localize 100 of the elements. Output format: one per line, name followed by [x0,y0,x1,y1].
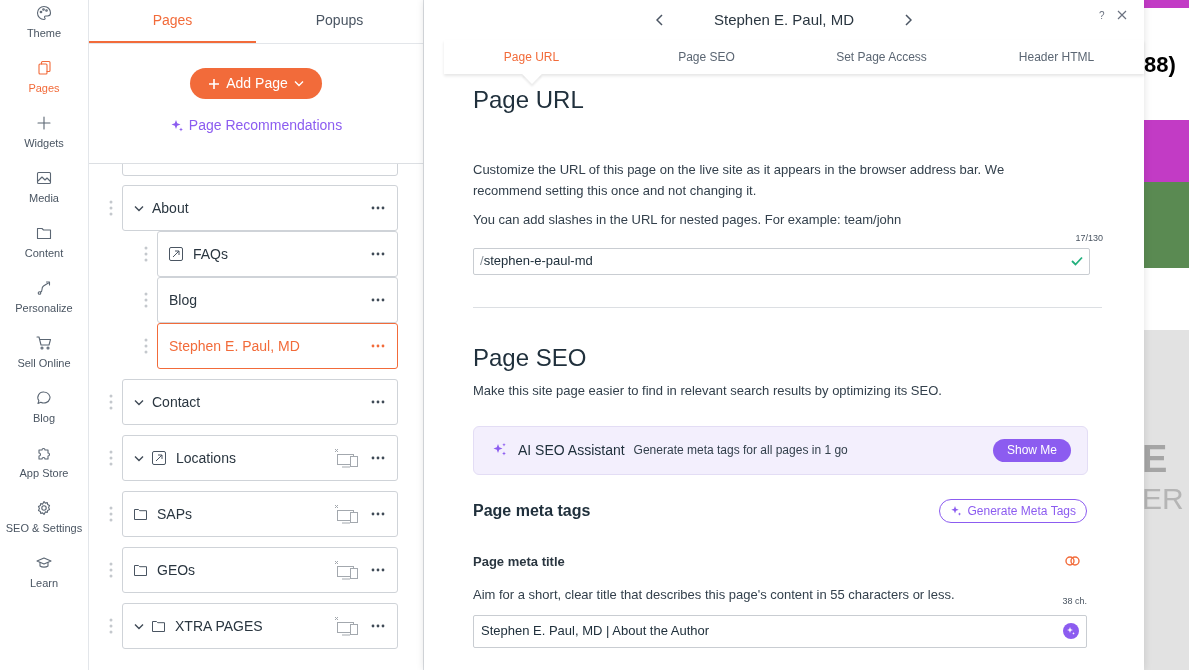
url-prefix: / [480,252,484,271]
drag-handle-icon[interactable] [109,200,113,216]
settings-tab[interactable]: Set Page Access [794,40,969,74]
chevron-down-icon[interactable] [134,454,144,462]
page-title: GEOs [157,560,197,580]
hint-text: Aim for a short, clear title that describes this page's content in 55 characters or less. [473,586,955,604]
drag-handle-icon[interactable] [109,506,113,522]
hint-text: You can add slashes in the URL for nested pages. For example: team/john [473,211,903,229]
sparkle-icon [169,119,183,132]
next-icon[interactable] [904,14,912,26]
url-input[interactable]: stephen-e-paul-md [483,251,1071,271]
page-title: About [152,198,190,218]
preview-text: E [1144,440,1169,478]
drag-handle-icon[interactable] [109,394,113,410]
page-title: Stephen E. Paul, MD [169,336,301,356]
nav-item[interactable]: App Store [0,443,89,498]
meta-title-field[interactable]: Stephen E. Paul, MD | About the Author [473,614,1087,648]
more-options-icon[interactable] [371,512,385,516]
chevron-down-icon[interactable] [134,622,144,630]
external-link-icon [152,451,166,465]
page-card[interactable]: SAPs [122,491,398,537]
plus-icon [208,77,221,90]
assistant-title: AI SEO Assistant [518,440,625,460]
subsection-heading: Page meta tags [473,500,591,521]
page-title: Locations [176,448,237,468]
more-options-icon[interactable] [371,568,385,572]
panel-tab[interactable]: Popups [256,0,423,43]
page-title: XTRA PAGES [175,616,264,636]
banner-strip [1144,120,1189,182]
pages-icon [36,60,52,76]
ai-sparkle-icon[interactable] [1063,623,1079,639]
image-icon [36,170,52,186]
show-me-button[interactable]: Show Me [992,438,1071,462]
page-card[interactable]: GEOs [122,547,398,593]
previous-icon[interactable] [656,14,664,26]
page-card[interactable]: About [122,185,398,231]
plus-icon [36,115,52,131]
nav-item[interactable]: Widgets [0,113,89,168]
page-title: FAQs [193,244,229,264]
more-options-icon[interactable] [371,298,385,302]
character-counter: 38 ch. [1062,595,1087,608]
nav-item[interactable]: Media [0,168,89,223]
linked-rings-icon[interactable] [1065,555,1080,568]
drag-handle-icon[interactable] [144,246,148,262]
cart-icon [36,335,52,351]
nav-item[interactable]: Personalize [0,278,89,333]
folder-icon [36,225,52,241]
path-icon [36,280,52,296]
chevron-down-icon[interactable] [134,398,144,406]
nav-item[interactable]: Learn [0,553,89,608]
nav-item[interactable]: Sell Online [0,333,89,388]
folder-icon [152,620,165,632]
drag-handle-icon[interactable] [109,450,113,466]
settings-tab[interactable]: Page SEO [619,40,794,74]
settings-icon [36,500,52,516]
url-field[interactable]: /stephen-e-paul-md [473,247,1090,275]
settings-tab[interactable]: Header HTML [969,40,1144,74]
banner-strip [1144,0,1189,8]
drag-handle-icon[interactable] [144,338,148,354]
caret-icon [293,80,304,87]
page-title: Blog [169,290,199,310]
page-title: SAPs [157,504,193,524]
more-options-icon[interactable] [371,252,385,256]
page-recommendations-link[interactable]: Page Recommendations [169,115,343,136]
page-card[interactable]: FAQs [157,231,398,277]
chat-icon [36,390,52,406]
drag-handle-icon[interactable] [109,618,113,634]
close-icon[interactable] [1117,10,1127,20]
more-options-icon[interactable] [371,624,385,628]
nav-item[interactable]: Blog [0,388,89,443]
puzzle-icon [36,445,52,461]
more-options-icon[interactable] [371,400,385,404]
section-heading: Page URL [473,86,585,114]
page-card[interactable]: Blog [157,277,398,323]
page-card[interactable]: Locations [122,435,398,481]
graduation-cap-icon [36,555,52,571]
page-card[interactable]: Contact [122,379,398,425]
preview-text: 88) [1144,50,1176,79]
nav-item[interactable]: SEO & Settings [0,498,89,553]
description-text: Customize the URL of this page on the live site as it appears in the browser address bar. We recommend setting this once and not changing it. [473,161,1006,200]
character-counter: 17/130 [1075,232,1103,245]
assistant-text: Generate meta tags for all pages in 1 go [633,442,849,459]
nav-item[interactable]: Theme [0,3,89,58]
more-options-icon[interactable] [371,206,385,210]
more-options-icon[interactable] [371,456,385,460]
chevron-down-icon[interactable] [134,204,144,212]
folder-icon [134,508,147,520]
meta-title-input[interactable]: Stephen E. Paul, MD | About the Author [481,621,1063,641]
drag-handle-icon[interactable] [109,562,113,578]
field-label: Page meta title [473,552,565,571]
sparkle-icon [950,504,963,517]
nav-item[interactable]: Content [0,223,89,278]
help-button[interactable]: ? [1099,8,1105,23]
drag-handle-icon[interactable] [144,292,148,308]
page-title: Contact [152,392,202,412]
palette-icon [36,5,52,21]
description-text: Make this site page easier to find in relevant search results by optimizing its SEO. [473,381,943,400]
folder-icon [134,564,147,576]
section-heading: Page SEO [473,343,588,372]
page-card[interactable]: XTRA PAGES [122,603,398,649]
